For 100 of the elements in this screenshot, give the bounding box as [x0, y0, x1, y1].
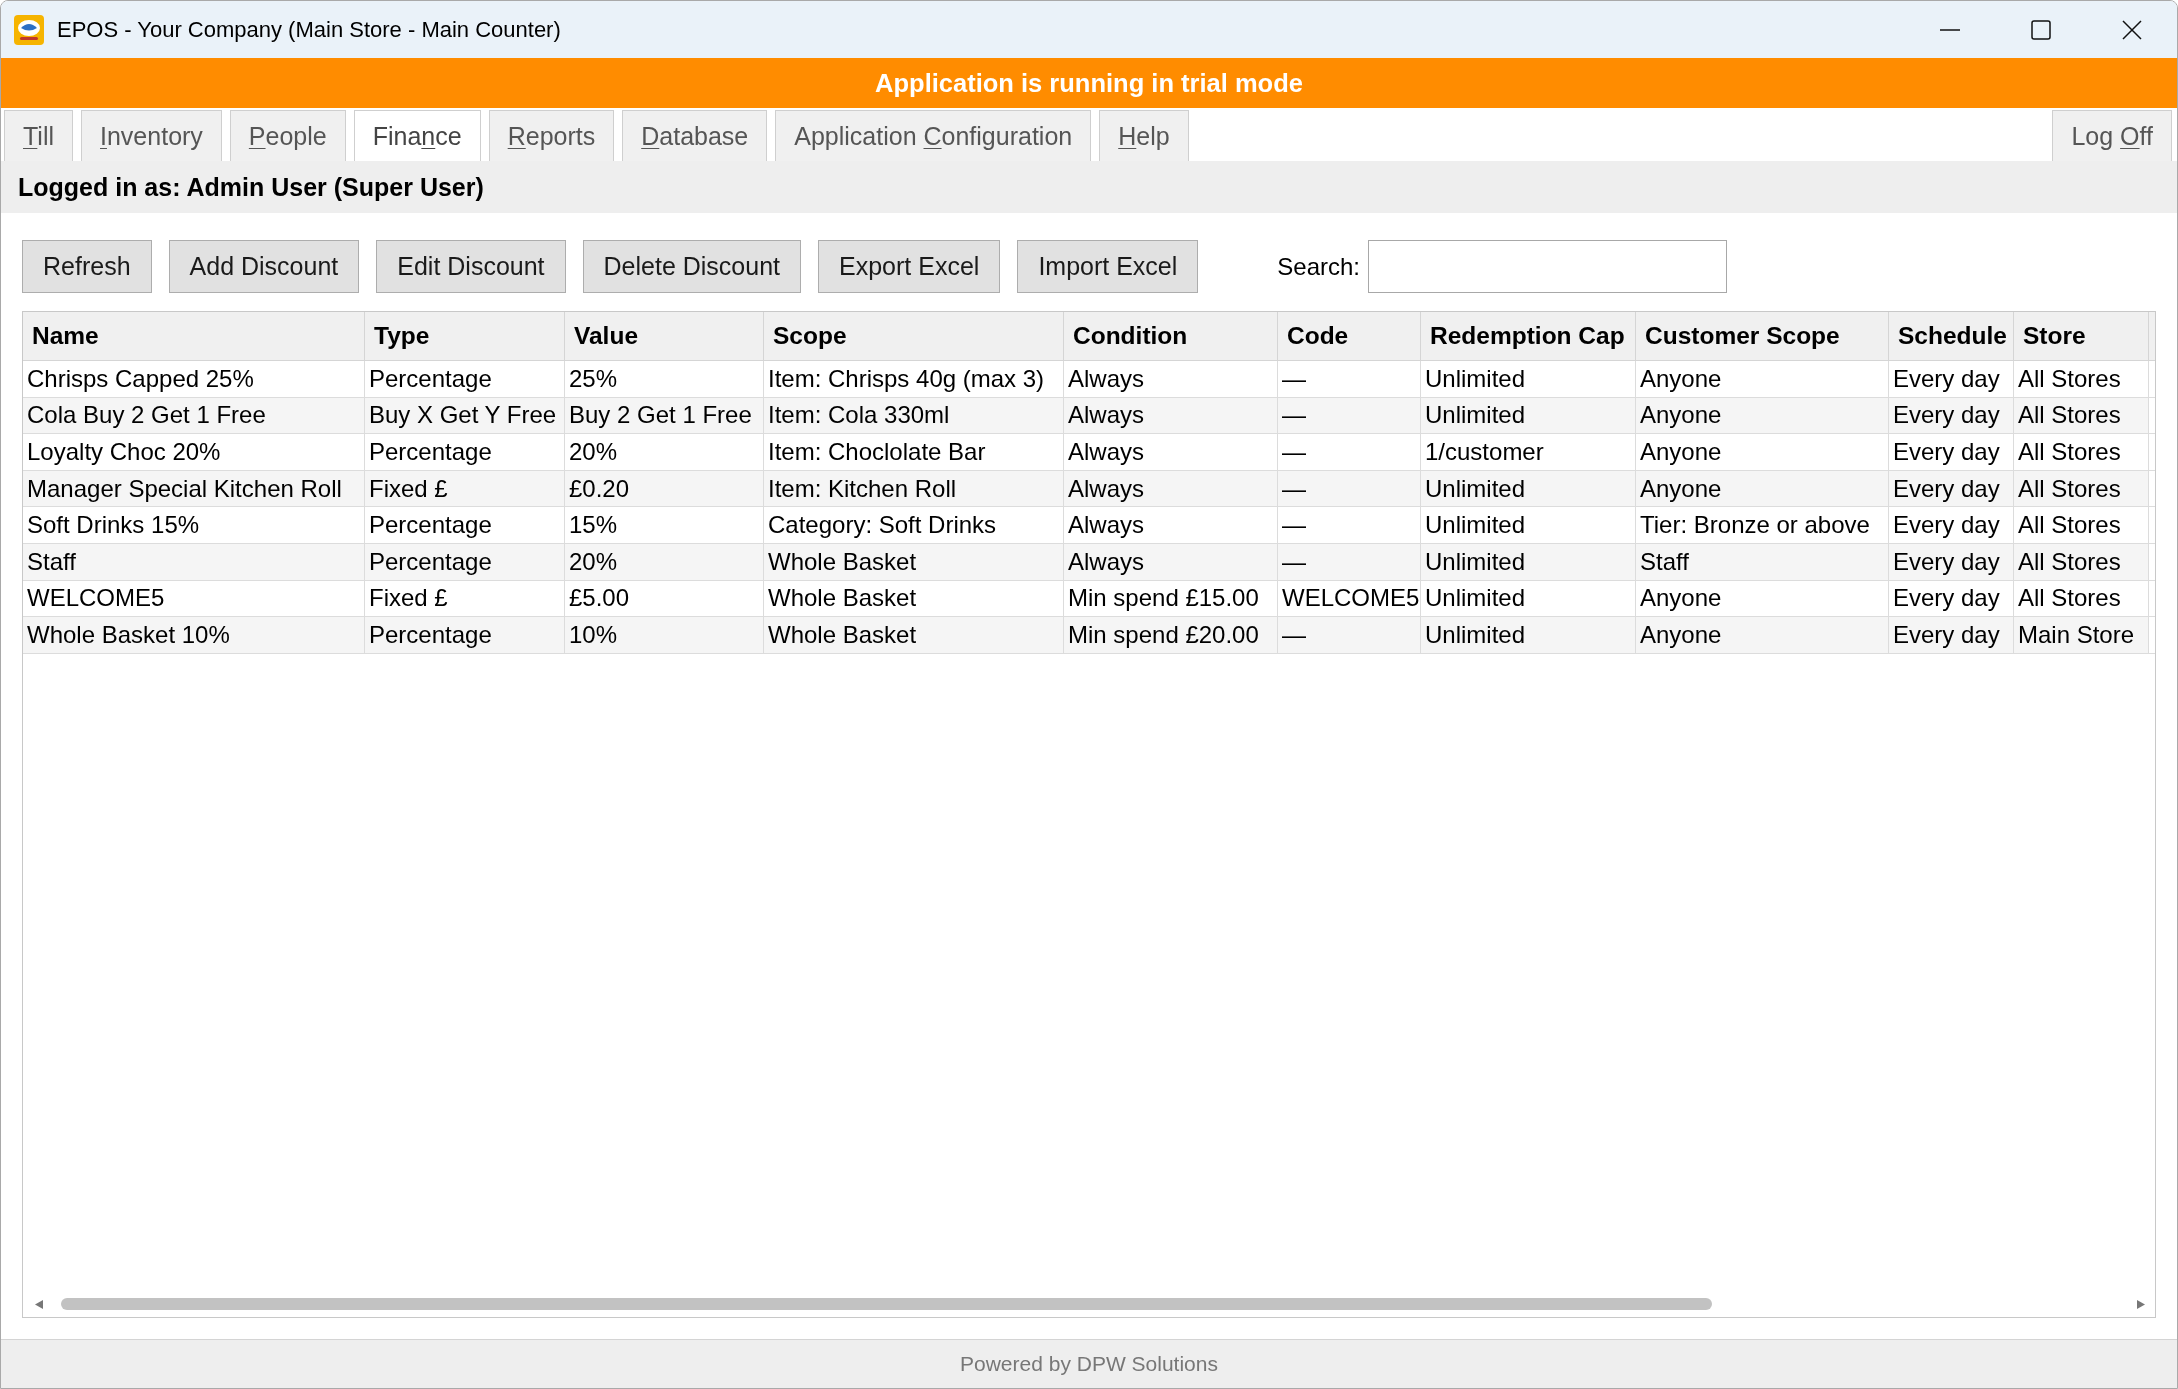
- table-cell: Unlimited: [1421, 507, 1636, 544]
- table-cell: —: [1278, 434, 1421, 471]
- maximize-icon: [2030, 19, 2051, 40]
- table-cell: All Stores: [2014, 470, 2149, 508]
- table-cell: Item: Choclolate Bar: [764, 434, 1064, 471]
- app-logo-icon: [14, 14, 44, 45]
- search-field[interactable]: [1368, 240, 1728, 293]
- table-cell: Every day: [1889, 397, 2014, 435]
- table-cell: Item: Kitchen Roll: [764, 470, 1064, 508]
- log-off-button[interactable]: Log Off: [2052, 110, 2172, 161]
- table-cell: 10%: [565, 617, 764, 654]
- tab[interactable]: Help: [1099, 110, 1189, 161]
- table-cell: Whole Basket: [764, 543, 1064, 581]
- table-cell: Always: [1064, 434, 1278, 471]
- table-cell: Unlimited: [1421, 397, 1636, 435]
- table-cell: Cola Buy 2 Get 1 Free: [23, 397, 365, 435]
- table-cell: —: [1278, 397, 1421, 435]
- scrollbar-thumb[interactable]: [61, 1298, 1712, 1310]
- table-cell: Category: Soft Drinks: [764, 507, 1064, 544]
- table-cell: Every day: [1889, 434, 2014, 471]
- table-cell: All Stores: [2014, 397, 2149, 435]
- column-header[interactable]: Store: [2014, 312, 2149, 361]
- table-cell: Staff: [23, 543, 365, 581]
- table-cell: Buy X Get Y Free: [365, 397, 565, 435]
- table-cell: All Stores: [2014, 507, 2149, 544]
- column-header[interactable]: Name: [23, 312, 365, 361]
- table-cell: Main Store: [2014, 617, 2149, 654]
- column-header[interactable]: Type: [365, 312, 565, 361]
- column-header[interactable]: Customer Scope: [1636, 312, 1889, 361]
- table-cell: Manager Special Kitchen Roll: [23, 470, 365, 508]
- table-cell: Anyone: [1636, 617, 1889, 654]
- tab[interactable]: Database: [622, 110, 768, 161]
- toolbar-button[interactable]: Edit Discount: [376, 240, 566, 293]
- table-cell: Every day: [1889, 617, 2014, 654]
- table-cell: Soft Drinks 15%: [23, 507, 365, 544]
- column-header[interactable]: Schedule: [1889, 312, 2014, 361]
- table-cell: —: [1278, 543, 1421, 581]
- table-cell: Unlimited: [1421, 470, 1636, 508]
- table-cell: Every day: [1889, 361, 2014, 398]
- toolbar-button[interactable]: Delete Discount: [582, 240, 802, 293]
- table-cell: Every day: [1889, 507, 2014, 544]
- tab[interactable]: Finance: [353, 110, 481, 161]
- column-header[interactable]: Code: [1278, 312, 1421, 361]
- scroll-left-arrow-icon[interactable]: [35, 1299, 43, 1309]
- table-cell: Percentage: [365, 434, 565, 471]
- table-cell: Min spend £20.00: [1064, 617, 1278, 654]
- table-cell: —: [1278, 470, 1421, 508]
- tab[interactable]: Reports: [488, 110, 615, 161]
- table-cell: All Stores: [2014, 361, 2149, 398]
- table-cell: Anyone: [1636, 470, 1889, 508]
- logged-in-status: Logged in as: Admin User (Super User): [18, 172, 484, 202]
- table-cell: —: [1278, 361, 1421, 398]
- tab[interactable]: Inventory: [81, 110, 222, 161]
- table-cell: Whole Basket: [764, 617, 1064, 654]
- table-cell: Percentage: [365, 617, 565, 654]
- table-cell: Percentage: [365, 507, 565, 544]
- table-cell: All Stores: [2014, 543, 2149, 581]
- table-cell: Always: [1064, 507, 1278, 544]
- table-cell: Fixed £: [365, 470, 565, 508]
- table-cell: Item: Cola 330ml: [764, 397, 1064, 435]
- tab[interactable]: Till: [4, 110, 73, 161]
- table-cell: Chrisps Capped 25%: [23, 361, 365, 398]
- table-cell: Always: [1064, 543, 1278, 581]
- toolbar-button[interactable]: Import Excel: [1017, 240, 1199, 293]
- table-cell: Always: [1064, 397, 1278, 435]
- search-label: Search:: [1277, 252, 1361, 281]
- table-cell: 20%: [565, 543, 764, 581]
- toolbar-button[interactable]: Export Excel: [818, 240, 1001, 293]
- table-cell: —: [1278, 507, 1421, 544]
- table-cell: Anyone: [1636, 434, 1889, 471]
- toolbar-button[interactable]: Refresh: [22, 240, 152, 293]
- column-header[interactable]: Value: [565, 312, 764, 361]
- toolbar-button[interactable]: Add Discount: [168, 240, 360, 293]
- table-cell: Unlimited: [1421, 617, 1636, 654]
- table-cell: Every day: [1889, 470, 2014, 508]
- tab[interactable]: Application Configuration: [775, 110, 1092, 161]
- trial-mode-text: Application is running in trial mode: [875, 68, 1303, 98]
- table-cell: Every day: [1889, 543, 2014, 581]
- table-cell: Anyone: [1636, 397, 1889, 435]
- table-cell: Item: Chrisps 40g (max 3): [764, 361, 1064, 398]
- scroll-right-arrow-icon[interactable]: [2137, 1299, 2145, 1309]
- table-cell: Always: [1064, 470, 1278, 508]
- table-cell: Tier: Bronze or above: [1636, 507, 1889, 544]
- window-title: EPOS - Your Company (Main Store - Main Counter): [57, 16, 561, 43]
- table-cell: 20%: [565, 434, 764, 471]
- close-icon: [2121, 19, 2142, 40]
- table-cell: Buy 2 Get 1 Free: [565, 397, 764, 435]
- table-cell: 15%: [565, 507, 764, 544]
- tab[interactable]: People: [229, 110, 346, 161]
- table-cell: —: [1278, 617, 1421, 654]
- table-cell: £0.20: [565, 470, 764, 508]
- table-cell: Always: [1064, 361, 1278, 398]
- table-cell: 1/customer: [1421, 434, 1636, 471]
- column-header[interactable]: Redemption Cap: [1421, 312, 1636, 361]
- table-cell: Percentage: [365, 543, 565, 581]
- table-cell: 25%: [565, 361, 764, 398]
- column-header[interactable]: Condition: [1064, 312, 1278, 361]
- column-header[interactable]: Scope: [764, 312, 1064, 361]
- table-cell: Unlimited: [1421, 543, 1636, 581]
- minimize-icon: [1939, 28, 1960, 31]
